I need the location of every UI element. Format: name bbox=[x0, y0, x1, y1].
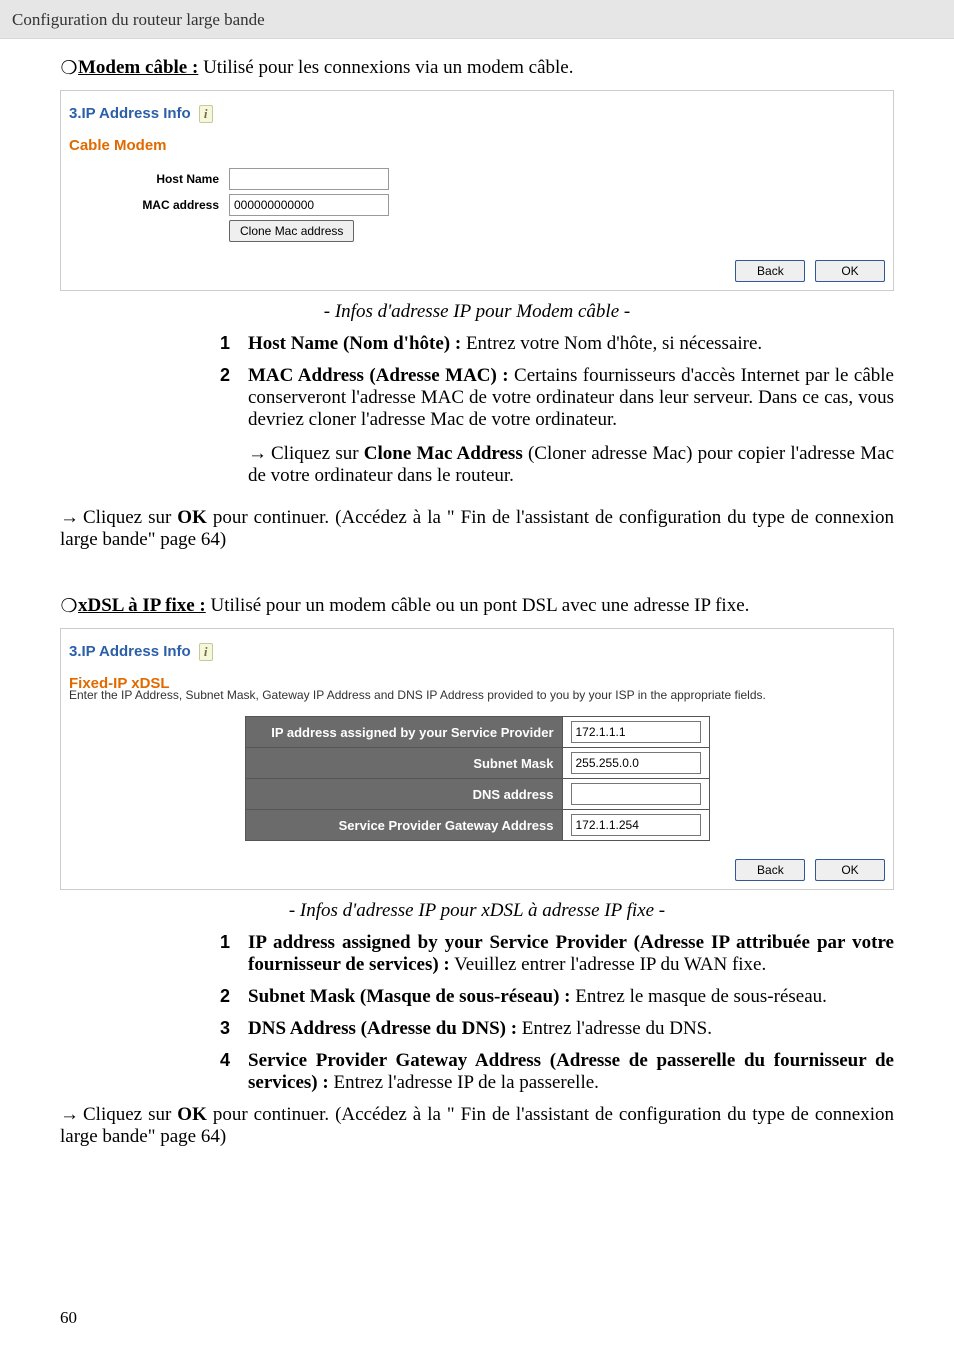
caption-cable-modem: - Infos d'adresse IP pour Modem câble - bbox=[60, 301, 894, 323]
bullet-marker: ❍ bbox=[60, 57, 78, 80]
bullet-label: Modem câble : bbox=[78, 57, 198, 78]
back-button[interactable]: Back bbox=[735, 859, 805, 881]
list-item: 1 Host Name (Nom d'hôte) : Entrez votre … bbox=[220, 333, 894, 355]
table-row: Subnet Mask bbox=[245, 748, 709, 779]
list-number: 3 bbox=[220, 1018, 248, 1040]
list-item-text: Entrez votre Nom d'hôte, si nécessaire. bbox=[461, 333, 762, 354]
bullet-text: Modem câble : Utilisé pour les connexion… bbox=[78, 57, 573, 80]
host-name-label: Host Name bbox=[69, 172, 229, 186]
table-row: IP address assigned by your Service Prov… bbox=[245, 717, 709, 748]
table-row: Service Provider Gateway Address bbox=[245, 810, 709, 841]
back-button[interactable]: Back bbox=[735, 260, 805, 282]
subnet-mask-label: Subnet Mask bbox=[245, 748, 562, 779]
dns-address-label: DNS address bbox=[245, 779, 562, 810]
fixed-ip-table: IP address assigned by your Service Prov… bbox=[245, 716, 710, 841]
gateway-address-label: Service Provider Gateway Address bbox=[245, 810, 562, 841]
list-item: 4 Service Provider Gateway Address (Adre… bbox=[220, 1050, 894, 1094]
list-item: 2 MAC Address (Adresse MAC) : Certains f… bbox=[220, 365, 894, 497]
gateway-address-input[interactable] bbox=[571, 814, 701, 836]
clone-mac-button[interactable]: Clone Mac address bbox=[229, 220, 354, 242]
list-cable-modem: 1 Host Name (Nom d'hôte) : Entrez votre … bbox=[60, 333, 894, 497]
list-item-text: Entrez l'adresse IP de la passerelle. bbox=[329, 1072, 599, 1093]
ok-note-bold: OK bbox=[177, 507, 207, 528]
ip-address-label: IP address assigned by your Service Prov… bbox=[245, 717, 562, 748]
dns-address-input[interactable] bbox=[571, 783, 701, 805]
pane1-title: 3.IP Address Info i bbox=[69, 105, 885, 123]
bullet-desc: Utilisé pour un modem câble ou un pont D… bbox=[210, 595, 749, 616]
arrow-icon: → bbox=[248, 443, 267, 464]
list-item: 1 IP address assigned by your Service Pr… bbox=[220, 932, 894, 976]
pane-fixed-ip-xdsl: 3.IP Address Info i Fixed-IP xDSL Enter … bbox=[60, 628, 894, 890]
list-number: 1 bbox=[220, 333, 248, 355]
page-header-text: Configuration du routeur large bande bbox=[12, 10, 265, 29]
ok-continue-note: →Cliquez sur OK pour continuer. (Accédez… bbox=[60, 507, 894, 551]
list-item-label: Host Name (Nom d'hôte) : bbox=[248, 333, 461, 354]
ok-button[interactable]: OK bbox=[815, 260, 885, 282]
bullet-marker: ❍ bbox=[60, 595, 78, 618]
list-number: 2 bbox=[220, 986, 248, 1008]
list-item-text: Entrez le masque de sous-réseau. bbox=[571, 986, 827, 1007]
pane1-subtitle: Cable Modem bbox=[69, 137, 885, 154]
list-item-text: Entrez l'adresse du DNS. bbox=[517, 1018, 712, 1039]
ok-note-bold-2: OK bbox=[177, 1104, 207, 1125]
ok-note-pre-2: Cliquez sur bbox=[83, 1104, 177, 1125]
table-row: DNS address bbox=[245, 779, 709, 810]
list-item: 3 DNS Address (Adresse du DNS) : Entrez … bbox=[220, 1018, 894, 1040]
bullet-desc: Utilisé pour les connexions via un modem… bbox=[203, 57, 573, 78]
page-number: 60 bbox=[60, 1308, 77, 1328]
bullet-text: xDSL à IP fixe : Utilisé pour un modem c… bbox=[78, 595, 749, 618]
arrow-icon: → bbox=[60, 1104, 79, 1125]
arrow-icon: → bbox=[60, 507, 79, 528]
list-number: 2 bbox=[220, 365, 248, 497]
pane2-description: Enter the IP Address, Subnet Mask, Gatew… bbox=[69, 688, 885, 702]
list-item-label: MAC Address (Adresse MAC) : bbox=[248, 365, 509, 386]
ok-note-pre: Cliquez sur bbox=[83, 507, 177, 528]
ok-button[interactable]: OK bbox=[815, 859, 885, 881]
subnet-mask-input[interactable] bbox=[571, 752, 701, 774]
pane-cable-modem: 3.IP Address Info i Cable Modem Host Nam… bbox=[60, 90, 894, 291]
mac-address-input[interactable] bbox=[229, 194, 389, 216]
host-name-input[interactable] bbox=[229, 168, 389, 190]
list-item: 2 Subnet Mask (Masque de sous-réseau) : … bbox=[220, 986, 894, 1008]
clone-note-pre: Cliquez sur bbox=[271, 443, 364, 464]
list-fixed-ip-xdsl: 1 IP address assigned by your Service Pr… bbox=[60, 932, 894, 1094]
ok-continue-note-2: →Cliquez sur OK pour continuer. (Accédez… bbox=[60, 1104, 894, 1148]
bullet-modem-cable: ❍ Modem câble : Utilisé pour les connexi… bbox=[60, 57, 894, 80]
pane2-title: 3.IP Address Info i bbox=[69, 643, 885, 661]
clone-note-bold: Clone Mac Address bbox=[364, 443, 523, 464]
help-icon[interactable]: i bbox=[199, 105, 213, 123]
page-header: Configuration du routeur large bande bbox=[0, 0, 954, 39]
help-icon[interactable]: i bbox=[199, 643, 213, 661]
caption-fixed-ip-xdsl: - Infos d'adresse IP pour xDSL à adresse… bbox=[60, 900, 894, 922]
ip-address-input[interactable] bbox=[571, 721, 701, 743]
list-item-label: DNS Address (Adresse du DNS) : bbox=[248, 1018, 517, 1039]
list-item-text: Veuillez entrer l'adresse IP du WAN fixe… bbox=[450, 954, 766, 975]
bullet-label: xDSL à IP fixe : bbox=[78, 595, 206, 616]
list-number: 4 bbox=[220, 1050, 248, 1094]
list-number: 1 bbox=[220, 932, 248, 976]
bullet-xdsl-fixed-ip: ❍ xDSL à IP fixe : Utilisé pour un modem… bbox=[60, 595, 894, 618]
list-item-label: Subnet Mask (Masque de sous-réseau) : bbox=[248, 986, 571, 1007]
mac-address-label: MAC address bbox=[69, 198, 229, 212]
